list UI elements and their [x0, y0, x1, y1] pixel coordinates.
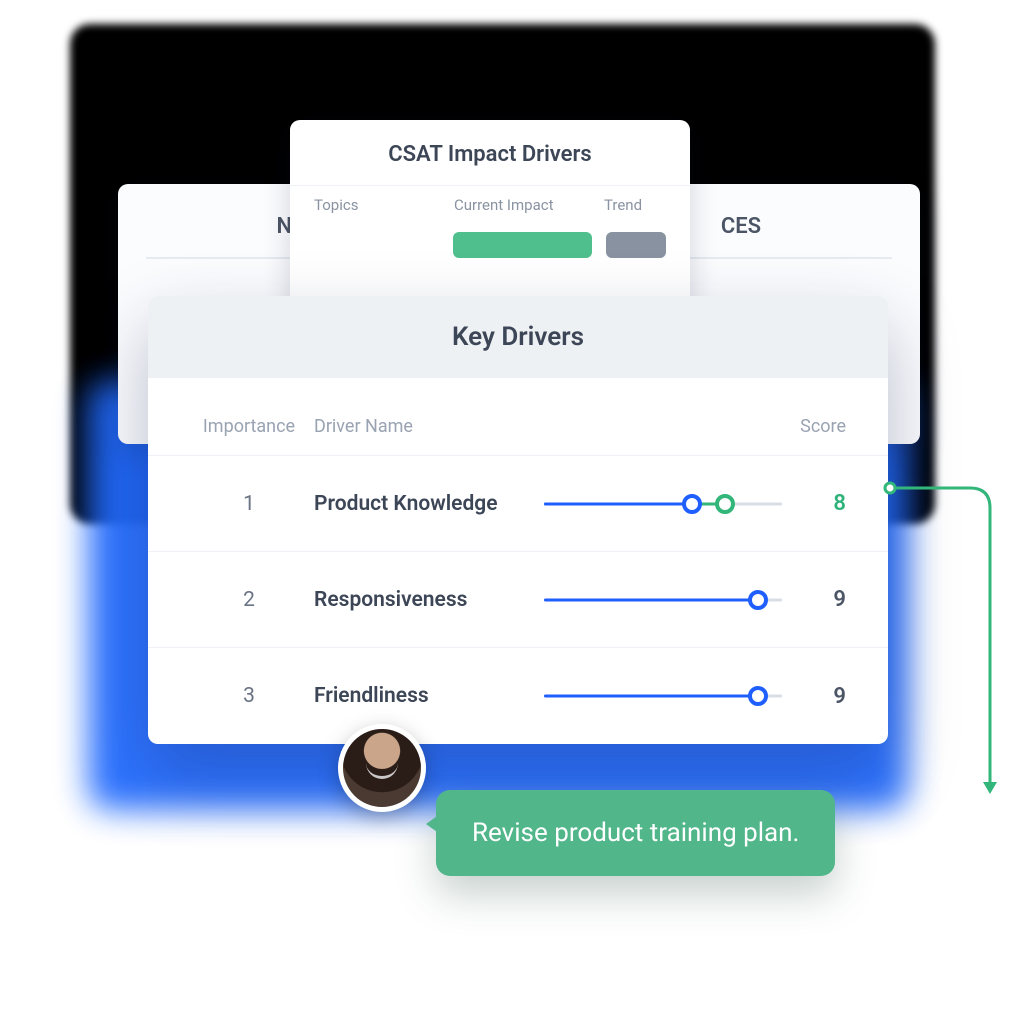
csat-col-impact: Current Impact: [454, 196, 604, 214]
key-drivers-card: Key Drivers Importance Driver Name Score…: [148, 296, 888, 744]
key-drivers-columns: Importance Driver Name Score: [148, 416, 888, 456]
slider-knob-blue[interactable]: [682, 494, 702, 514]
driver-name: Responsiveness: [314, 588, 544, 612]
score-value: 9: [782, 587, 852, 612]
slider-knob-blue[interactable]: [748, 686, 768, 706]
csat-col-topics: Topics: [314, 196, 454, 214]
chat-text: Revise product training plan.: [472, 818, 799, 848]
csat-columns: Topics Current Impact Trend: [290, 185, 690, 222]
col-score: Score: [782, 416, 852, 437]
rank: 2: [184, 588, 314, 612]
table-row: 3 Friendliness 9: [148, 648, 888, 744]
csat-trend-pill: [606, 232, 666, 258]
key-drivers-title: Key Drivers: [148, 296, 888, 378]
csat-title: CSAT Impact Drivers: [290, 120, 690, 185]
score-slider[interactable]: [544, 684, 782, 708]
slider-fill-blue: [544, 695, 758, 698]
slider-knob-blue[interactable]: [748, 590, 768, 610]
score-slider[interactable]: [544, 588, 782, 612]
avatar: [338, 724, 426, 812]
slider-fill-blue: [544, 598, 758, 601]
table-row: 1 Product Knowledge 8: [148, 456, 888, 552]
driver-name: Friendliness: [314, 684, 544, 708]
driver-name: Product Knowledge: [314, 492, 544, 516]
score-slider[interactable]: [544, 492, 782, 516]
col-importance: Importance: [184, 416, 314, 437]
score-value: 9: [782, 684, 852, 709]
chat-bubble: Revise product training plan.: [436, 790, 835, 876]
csat-impact-pill: [453, 232, 592, 258]
table-row: 2 Responsiveness 9: [148, 552, 888, 648]
slider-knob-green[interactable]: [715, 494, 735, 514]
score-value: 8: [782, 491, 852, 516]
rank: 1: [184, 492, 314, 516]
rank: 3: [184, 684, 314, 708]
slider-fill-blue: [544, 502, 692, 505]
csat-row: [290, 222, 690, 258]
csat-col-trend: Trend: [604, 196, 666, 214]
col-driver: Driver Name: [314, 416, 544, 437]
